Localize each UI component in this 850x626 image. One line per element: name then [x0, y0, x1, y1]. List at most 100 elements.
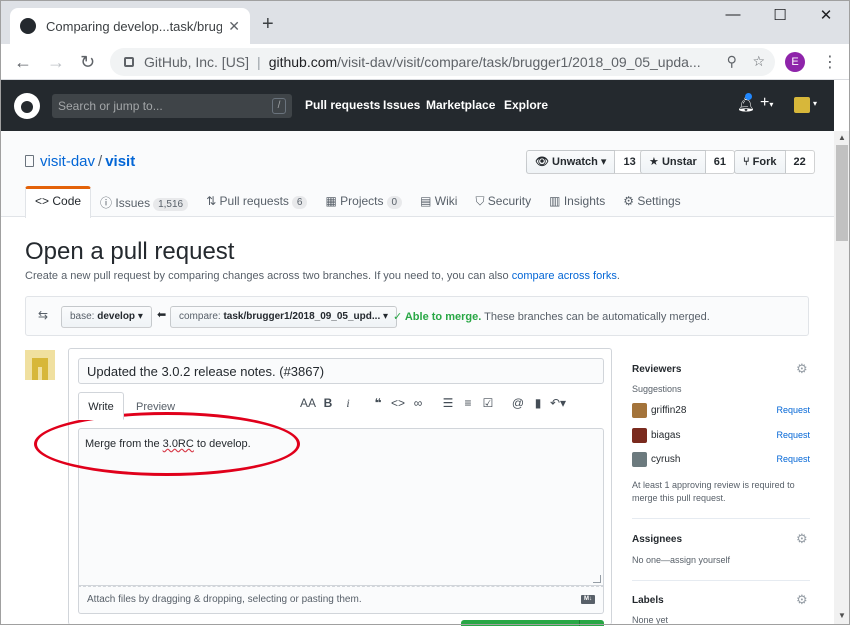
- fork-label: Fork: [752, 156, 777, 168]
- minimize-button[interactable]: —: [710, 6, 756, 23]
- profile-avatar[interactable]: E: [785, 52, 805, 72]
- request-review-link[interactable]: Request: [776, 430, 810, 440]
- bulleted-list-icon[interactable]: ☰: [438, 396, 458, 411]
- nav-pull-requests[interactable]: Pull requests: [305, 98, 380, 112]
- tab-wiki-label: Wiki: [434, 194, 458, 208]
- projects-counter: 0: [386, 196, 403, 209]
- reviewers-gear-icon[interactable]: ⚙: [796, 361, 808, 377]
- repo-nav: <> Code ⓘ Issues 1,516 ⇅ Pull requests 6 ▦…: [25, 186, 690, 218]
- preview-tab[interactable]: Preview: [136, 392, 175, 420]
- git-compare-icon: ⇆: [38, 308, 49, 322]
- file-attach-dropzone[interactable]: Attach files by dragging & dropping, sel…: [78, 586, 604, 614]
- scroll-up-icon[interactable]: ▲: [838, 133, 846, 142]
- scroll-down-icon[interactable]: ▼: [838, 611, 846, 620]
- request-review-link[interactable]: Request: [776, 454, 810, 464]
- bold-icon[interactable]: B: [318, 396, 338, 411]
- repo-name-link[interactable]: visit: [105, 153, 135, 170]
- assign-yourself-text[interactable]: No one—assign yourself: [632, 555, 730, 565]
- close-window-button[interactable]: ✕: [803, 6, 849, 24]
- resize-handle[interactable]: [593, 575, 601, 583]
- repo-icon: [25, 155, 34, 167]
- tab-insights[interactable]: ▥ Insights: [540, 186, 614, 218]
- browser-menu-icon[interactable]: ⋮: [822, 52, 838, 72]
- create-pull-request-button[interactable]: [461, 620, 604, 626]
- back-button[interactable]: ←: [14, 52, 32, 72]
- base-branch-select[interactable]: base: develop ▾: [61, 306, 152, 328]
- user-avatar[interactable]: [794, 97, 810, 113]
- reviewers-heading[interactable]: Reviewers: [632, 364, 681, 375]
- numbered-list-icon[interactable]: ≡: [458, 396, 478, 411]
- repo-title: visit-dav / visit: [25, 153, 135, 170]
- labels-heading[interactable]: Labels: [632, 595, 664, 606]
- compare-branch-name: task/brugger1/2018_09_05_upd...: [223, 311, 381, 322]
- tab-issues[interactable]: ⓘ Issues 1,516: [91, 186, 197, 218]
- fork-button[interactable]: ⑂ Fork: [734, 150, 786, 174]
- shield-icon: ⛉: [475, 194, 485, 208]
- bookmark-icon[interactable]: ▮: [528, 396, 548, 411]
- suggestions-label: Suggestions: [632, 384, 682, 394]
- create-new-button[interactable]: +▾: [760, 94, 773, 112]
- tab-settings-label: Settings: [637, 194, 681, 208]
- search-input[interactable]: Search or jump to... /: [52, 94, 292, 118]
- avatar-caret-icon[interactable]: ▾: [813, 99, 817, 108]
- task-list-icon[interactable]: ☑: [478, 396, 498, 411]
- browser-tab[interactable]: Comparing develop...task/brugge ✕: [10, 8, 250, 44]
- merge-status: ✓ Able to merge. These branches can be a…: [393, 310, 710, 323]
- github-logo-icon[interactable]: [14, 93, 40, 119]
- pr-body-textarea[interactable]: Merge from the 3.0RC to develop.: [78, 428, 604, 586]
- project-icon: ▦: [325, 194, 337, 208]
- quote-icon[interactable]: ❝: [368, 396, 388, 411]
- scrollbar-thumb[interactable]: [836, 145, 848, 241]
- fork-icon: ⑂: [743, 156, 750, 168]
- new-tab-button[interactable]: +: [262, 14, 274, 34]
- assignees-gear-icon[interactable]: ⚙: [796, 531, 808, 547]
- vertical-scrollbar[interactable]: ▲ ▼: [834, 131, 850, 625]
- close-tab-icon[interactable]: ✕: [228, 18, 240, 35]
- labels-gear-icon[interactable]: ⚙: [796, 592, 808, 608]
- tab-code[interactable]: <> Code: [25, 186, 92, 218]
- omnibox[interactable]: GitHub, Inc. [US] | github.com/visit-dav…: [110, 48, 775, 76]
- request-review-link[interactable]: Request: [776, 405, 810, 415]
- compare-across-forks-link[interactable]: compare across forks: [512, 270, 617, 282]
- code-brackets-icon[interactable]: <>: [388, 396, 408, 411]
- tab-wiki[interactable]: ▤ Wiki: [411, 186, 466, 218]
- sidebar-divider: [632, 518, 810, 519]
- pr-title-input[interactable]: [78, 358, 604, 384]
- tab-security[interactable]: ⛉ Security: [466, 186, 540, 218]
- bookmark-star-icon[interactable]: ☆: [752, 53, 765, 69]
- link-icon[interactable]: ∞: [408, 396, 428, 411]
- notifications-bell-icon[interactable]: 🔔︎: [737, 93, 755, 113]
- tab-issues-label: Issues: [115, 196, 151, 210]
- mention-icon[interactable]: @: [508, 396, 528, 411]
- search-zoom-icon[interactable]: ⚲: [727, 53, 737, 69]
- nav-marketplace[interactable]: Marketplace: [426, 98, 495, 112]
- unwatch-button[interactable]: 👁︎ Unwatch ▾: [526, 150, 616, 174]
- tab-settings[interactable]: ⚙ Settings: [614, 186, 689, 218]
- markdown-icon[interactable]: M↓: [581, 595, 595, 604]
- url-text[interactable]: github.com/visit-dav/visit/compare/task/…: [269, 54, 709, 70]
- repo-owner-link[interactable]: visit-dav: [40, 153, 95, 170]
- unstar-button[interactable]: ★ Unstar: [640, 150, 706, 174]
- reload-button[interactable]: ↻: [80, 52, 95, 72]
- forward-button[interactable]: →: [47, 52, 65, 72]
- star-count[interactable]: 61: [705, 150, 736, 174]
- nav-issues[interactable]: Issues: [383, 98, 420, 112]
- nav-explore[interactable]: Explore: [504, 98, 548, 112]
- subtitle-period: .: [616, 270, 620, 282]
- tab-projects[interactable]: ▦ Projects 0: [316, 186, 411, 218]
- lock-icon[interactable]: [124, 57, 134, 67]
- compare-branch-select[interactable]: compare: task/brugger1/2018_09_05_upd...…: [170, 306, 398, 328]
- author-avatar[interactable]: [25, 350, 55, 380]
- tab-pull-requests[interactable]: ⇅ Pull requests 6: [197, 186, 316, 218]
- assignees-heading[interactable]: Assignees: [632, 534, 682, 545]
- write-tab[interactable]: Write: [78, 392, 124, 420]
- maximize-button[interactable]: ☐: [757, 6, 803, 24]
- base-branch-name: develop: [97, 311, 136, 322]
- fork-count[interactable]: 22: [785, 150, 815, 174]
- header-icon[interactable]: AA: [298, 396, 318, 411]
- italic-icon[interactable]: i: [338, 396, 358, 411]
- issues-counter: 1,516: [153, 198, 189, 211]
- reviewer-avatar: [632, 428, 647, 443]
- address-bar-row: ← → ↻ GitHub, Inc. [US] | github.com/vis…: [0, 44, 850, 80]
- reply-icon[interactable]: ↶▾: [548, 396, 568, 411]
